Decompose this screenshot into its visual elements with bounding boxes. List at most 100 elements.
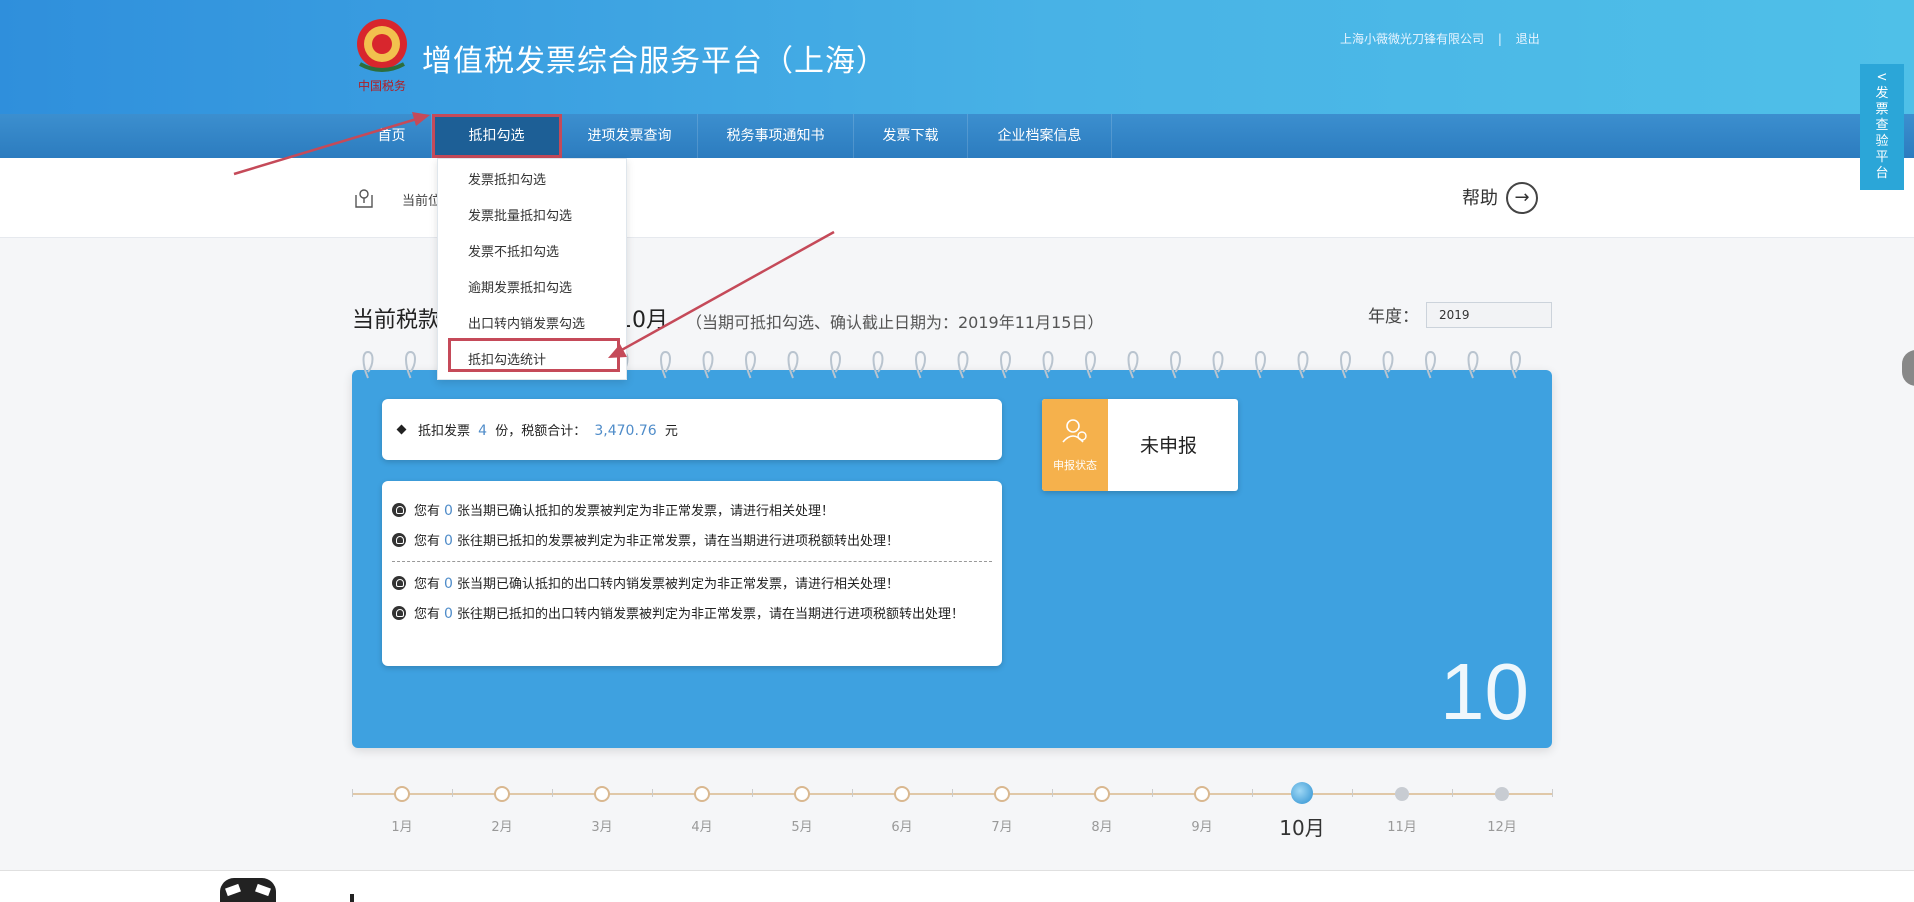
- bell-icon: [392, 606, 406, 620]
- binder-ring: [1000, 350, 1011, 379]
- nav-home[interactable]: 首页: [352, 114, 432, 158]
- year-select[interactable]: 2019: [1426, 302, 1552, 328]
- binder-ring: [787, 350, 799, 379]
- month-node[interactable]: [594, 786, 610, 802]
- dropdown-item[interactable]: 发票不抵扣勾选: [468, 241, 559, 260]
- month-label[interactable]: 8月: [1082, 816, 1122, 835]
- timeline-tick: [1152, 789, 1153, 797]
- summary-card: 抵扣发票 4 份，税额合计： 3,470.76 元: [382, 399, 1002, 460]
- month-label[interactable]: 6月: [882, 816, 922, 835]
- timeline-tick: [1552, 789, 1553, 797]
- month-label[interactable]: 10月: [1272, 812, 1332, 841]
- summary-prefix: 抵扣发票: [418, 424, 471, 439]
- user-info: 上海小薇微光刀锋有限公司 | 退出: [1340, 32, 1540, 46]
- footer-mark: [350, 894, 354, 902]
- timeline-tick: [352, 789, 353, 797]
- company-name: 上海小薇微光刀锋有限公司: [1340, 32, 1485, 46]
- month-node[interactable]: [1194, 786, 1210, 802]
- timeline-tick: [1452, 789, 1453, 797]
- month-label[interactable]: 11月: [1382, 816, 1422, 835]
- month-node[interactable]: [894, 786, 910, 802]
- nav-deduction-select[interactable]: 抵扣勾选: [432, 114, 562, 158]
- nav-tax-notice[interactable]: 税务事项通知书: [698, 114, 854, 158]
- month-node[interactable]: [1395, 787, 1409, 801]
- binder-ring: [1085, 350, 1096, 379]
- timeline-tick: [852, 789, 853, 797]
- month-label[interactable]: 3月: [582, 816, 622, 835]
- timeline-tick: [952, 789, 953, 797]
- svg-text:中国税务: 中国税务: [358, 78, 406, 93]
- dropdown-item[interactable]: 出口转内销发票勾选: [468, 313, 585, 332]
- summary-mid: 份，税额合计：: [495, 424, 587, 439]
- binder-ring: [362, 350, 374, 379]
- side-scroll-handle[interactable]: [1902, 350, 1914, 386]
- period-title: 当前税款: [352, 308, 441, 333]
- nav-invoice-download[interactable]: 发票下载: [854, 114, 968, 158]
- binder-ring: [830, 350, 841, 379]
- month-label[interactable]: 2月: [482, 816, 522, 835]
- main-nav: 首页 抵扣勾选 进项发票查询 税务事项通知书 发票下载 企业档案信息: [0, 114, 1914, 158]
- month-node[interactable]: [994, 786, 1010, 802]
- year-label: 年度：: [1368, 307, 1419, 327]
- binder-ring: [1340, 350, 1351, 379]
- nav-company-profile[interactable]: 企业档案信息: [968, 114, 1112, 158]
- bell-icon: [392, 533, 406, 547]
- breadcrumb: 当前位: [402, 194, 442, 209]
- filing-status-label: 申报状态: [1053, 459, 1097, 472]
- divider: [392, 561, 992, 562]
- month-node[interactable]: [694, 786, 710, 802]
- month-label[interactable]: 7月: [982, 816, 1022, 835]
- month-node[interactable]: [794, 786, 810, 802]
- summary-unit: 元: [664, 424, 678, 439]
- help-link[interactable]: 帮助: [1462, 184, 1498, 210]
- dropdown-item[interactable]: 逾期发票抵扣勾选: [468, 277, 572, 296]
- month-label[interactable]: 9月: [1182, 816, 1222, 835]
- timeline-tick: [552, 789, 553, 797]
- binder-ring: [1297, 350, 1309, 379]
- month-node[interactable]: [1291, 782, 1313, 804]
- bullet-icon: [396, 424, 407, 435]
- mascot-icon: [220, 878, 276, 902]
- month-label[interactable]: 12月: [1482, 816, 1522, 835]
- dropdown-item[interactable]: 发票批量抵扣勾选: [468, 205, 572, 224]
- binder-ring: [1467, 350, 1479, 379]
- verification-platform-tab[interactable]: < 发票查验平台: [1860, 64, 1904, 190]
- binder-ring: [1510, 350, 1521, 379]
- timeline-tick: [452, 789, 453, 797]
- bell-icon: [392, 576, 406, 590]
- timeline-tick: [1352, 789, 1353, 797]
- invoice-count: 4: [478, 423, 488, 439]
- month-node[interactable]: [394, 786, 410, 802]
- tax-emblem-logo: 中国税务: [357, 19, 407, 93]
- footer-bar: [0, 870, 1914, 902]
- binder-ring: [1170, 350, 1181, 379]
- filing-status-card: 申报状态 未申报: [1042, 399, 1238, 491]
- timeline-tick: [1052, 789, 1053, 797]
- binder-ring: [660, 350, 671, 379]
- nav-invoice-query[interactable]: 进项发票查询: [562, 114, 698, 158]
- binder-ring: [872, 350, 884, 379]
- warnings-card: 您有 0 张当期已确认抵扣的发票被判定为非正常发票，请进行相关处理！ 您有 0 张往期已…: [382, 481, 1002, 666]
- month-label[interactable]: 4月: [682, 816, 722, 835]
- binder-ring: [405, 350, 416, 379]
- logout-link[interactable]: 退出: [1516, 32, 1540, 46]
- location-icon: [355, 189, 373, 208]
- bell-icon: [392, 503, 406, 517]
- dropdown-item[interactable]: 发票抵扣勾选: [468, 169, 546, 188]
- month-label[interactable]: 5月: [782, 816, 822, 835]
- warning-item: 您有 0 张当期已确认抵扣的出口转内销发票被判定为非正常发票，请进行相关处理！: [392, 574, 982, 595]
- filing-status-value: 未申报: [1140, 435, 1198, 457]
- month-node[interactable]: [494, 786, 510, 802]
- person-icon: [1062, 419, 1087, 443]
- highlight-box: [448, 338, 620, 372]
- binder-ring: [1425, 350, 1436, 379]
- side-tab-label: 发票查验平台: [1875, 86, 1889, 181]
- summary-text: 抵扣发票 4 份，税额合计： 3,470.76 元: [418, 420, 678, 439]
- binder-ring: [1382, 350, 1394, 379]
- month-node[interactable]: [1495, 787, 1509, 801]
- arrow-right-circle-icon[interactable]: →: [1506, 182, 1538, 214]
- month-label[interactable]: 1月: [382, 816, 422, 835]
- month-node[interactable]: [1094, 786, 1110, 802]
- filing-status-icon-box: 申报状态: [1042, 399, 1108, 491]
- binder-ring: [1127, 350, 1139, 379]
